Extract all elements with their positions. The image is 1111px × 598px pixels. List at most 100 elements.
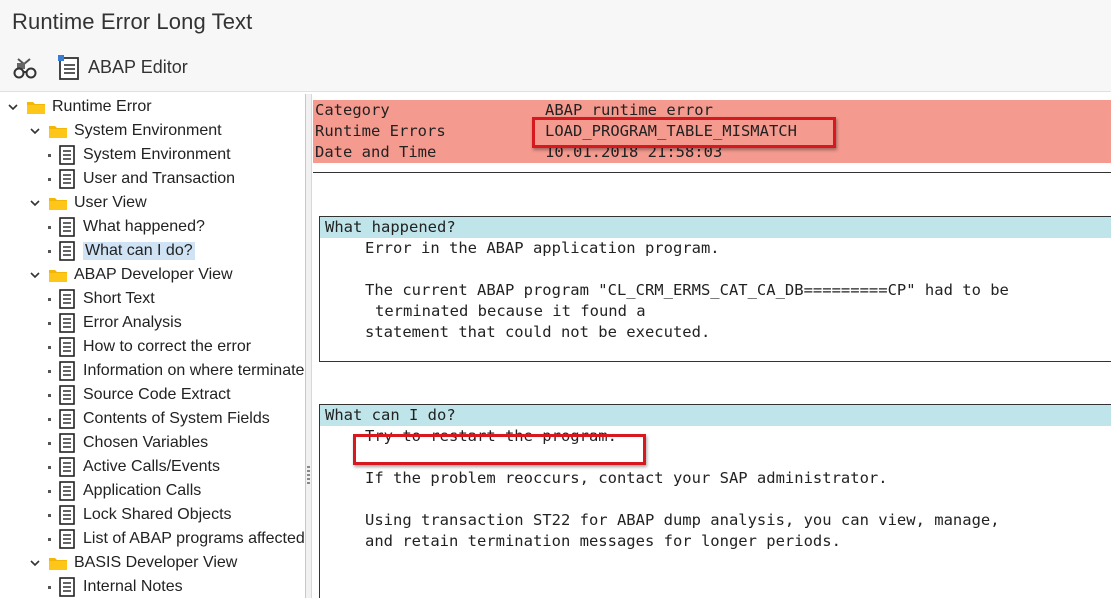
panel-splitter[interactable] [306,94,312,598]
tree-bullet [48,465,51,469]
tree-bullet [48,177,51,181]
tree-node-label: Error Analysis [83,314,182,331]
tree-bullet [48,321,51,325]
runtime-errors-value: LOAD_PROGRAM_TABLE_MISMATCH [545,122,797,140]
folder-icon [48,123,68,139]
folder-icon [48,195,68,211]
tree-doc-node[interactable]: Source Code Extract [48,383,231,407]
tree-doc-node[interactable]: How to correct the error [48,335,251,359]
tree-node-label: How to correct the error [83,338,252,355]
tree-bullet [48,153,51,157]
tree-node-label: Internal Notes [83,578,183,595]
document-icon [59,337,75,357]
chevron-down-icon[interactable] [28,124,42,138]
tree-doc-node[interactable]: Chosen Variables [48,431,208,455]
document-icon [59,529,75,549]
tree-folder-node[interactable]: ABAP Developer View [28,263,233,287]
tree-node-label: Application Calls [83,482,202,499]
splitter-grip[interactable] [307,466,310,486]
tree-node-label: Active Calls/Events [83,458,220,475]
navigation-tree: Runtime Error System Environment System En… [0,94,306,598]
what-happened-line: The current ABAP program "CL_CRM_ERMS_CA… [365,281,1009,299]
document-icon [59,577,75,597]
tree-bullet [48,489,51,493]
tree-node-label: What can I do? [83,242,195,260]
tree-bullet [48,513,51,517]
chevron-down-icon[interactable] [28,268,42,282]
tree-doc-node[interactable]: What can I do? [48,239,195,263]
date-value: 10.01.2018 21:58:03 [545,143,723,161]
editor-icon[interactable] [55,54,83,82]
document-icon [59,313,75,333]
tree-doc-node[interactable]: What happened? [48,215,205,239]
tree-folder-node[interactable]: BASIS Developer View [28,551,237,575]
tree-node-label: Contents of System Fields [83,410,270,427]
tree-doc-node[interactable]: List of ABAP programs affected [48,527,305,551]
tree-node-label: Information on where terminated [83,362,306,379]
tree-doc-node[interactable]: Error Analysis [48,311,182,335]
document-icon [59,433,75,453]
tree-node-label: Short Text [83,290,155,307]
tree-node-label: User and Transaction [83,170,236,187]
tree-doc-node[interactable]: Information on where terminated [48,359,306,383]
tree-node-label: System Environment [83,146,231,163]
tree-node-label: Runtime Error [52,98,152,115]
what-happened-line: terminated because it found a [375,302,646,320]
tree-folder-node[interactable]: Runtime Error [6,95,152,119]
document-icon [59,289,75,309]
toolbar: ABAP Editor [0,44,1111,92]
window-title: Runtime Error Long Text [12,9,253,34]
what-can-i-do-line: If the problem reoccurs, contact your SA… [365,469,888,487]
document-icon [59,361,75,381]
tree-doc-node[interactable]: Application Calls [48,479,201,503]
document-icon [59,505,75,525]
tree-doc-node[interactable]: Active Calls/Events [48,455,220,479]
tree-bullet [48,585,51,589]
folder-icon [48,267,68,283]
tree-doc-node[interactable]: Contents of System Fields [48,407,270,431]
chevron-down-icon[interactable] [28,556,42,570]
tree-doc-node[interactable]: Short Text [48,287,155,311]
what-happened-heading: What happened? [320,217,1111,238]
header-row-category: Category ABAP runtime error [313,100,1111,121]
abap-editor-button[interactable]: ABAP Editor [88,57,188,78]
chevron-down-icon[interactable] [28,196,42,210]
document-icon [59,145,75,165]
what-happened-section: What happened? Error in the ABAP applica… [319,216,1111,362]
tree-bullet [48,297,51,301]
date-key: Date and Time [315,143,437,161]
error-detail-panel: Category ABAP runtime error Runtime Erro… [313,94,1111,598]
header-row-date: Date and Time 10.01.2018 21:58:03 [313,142,1111,163]
tree-bullet [48,393,51,397]
what-happened-line: Error in the ABAP application program. [365,239,720,257]
tree-folder-node[interactable]: System Environment [28,119,222,143]
document-icon [59,385,75,405]
tree-bullet [48,249,51,253]
tree-node-label: Chosen Variables [83,434,209,451]
tree-folder-node[interactable]: User View [28,191,147,215]
tree-bullet [48,369,51,373]
tree-bullet [48,345,51,349]
tree-node-label: System Environment [74,122,222,139]
tree-doc-node[interactable]: Internal Notes [48,575,183,598]
chevron-down-icon[interactable] [6,100,20,114]
tree-node-label: ABAP Developer View [74,266,233,283]
tree-bullet [48,225,51,229]
tree-bullet [48,417,51,421]
tree-node-label: User View [74,194,147,211]
tree-doc-node[interactable]: User and Transaction [48,167,235,191]
tree-doc-node[interactable]: System Environment [48,143,231,167]
runtime-errors-key: Runtime Errors [315,122,446,140]
tree-doc-node[interactable]: Lock Shared Objects [48,503,232,527]
glasses-icon[interactable] [11,54,39,82]
tree-node-label: Source Code Extract [83,386,231,403]
tree-bullet [48,441,51,445]
category-key: Category [315,101,390,119]
title-bar: Runtime Error Long Text [0,0,1111,44]
tree-bullet [48,537,51,541]
tree-node-label: List of ABAP programs affected [83,530,305,547]
what-can-i-do-line: Using transaction ST22 for ABAP dump ana… [365,511,1000,529]
